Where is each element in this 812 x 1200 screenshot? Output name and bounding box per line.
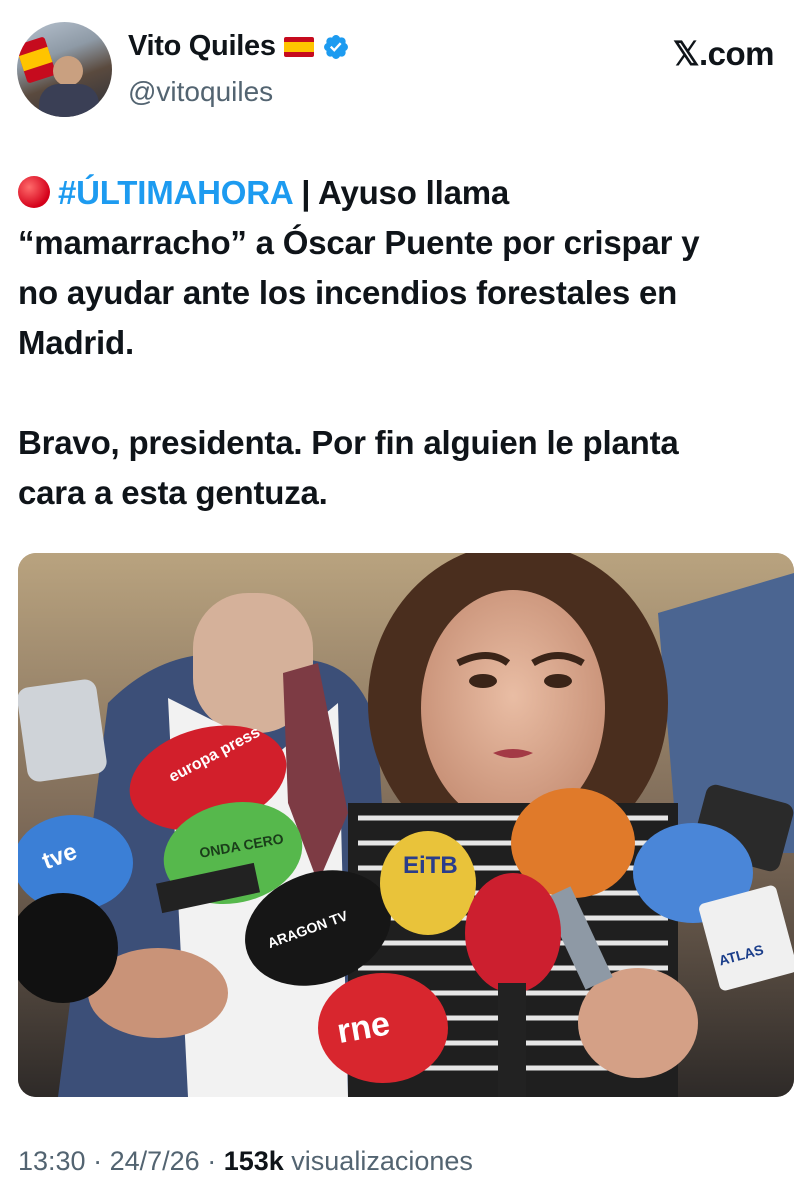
author-name-row: Vito Quiles <box>128 30 350 63</box>
meta-dot-1: · <box>93 1146 110 1176</box>
author-name[interactable]: Vito Quiles <box>128 30 276 63</box>
avatar-flag-shape <box>17 36 57 84</box>
photo-scene: europa press ONDA CERO tve ARAGON TV EiT… <box>18 553 794 1097</box>
post-line-2: “mamarracho” a Óscar Puente por crispar … <box>18 224 700 261</box>
x-com-logo[interactable]: 𝕏.com <box>673 34 775 73</box>
post-photo[interactable]: europa press ONDA CERO tve ARAGON TV EiT… <box>18 553 794 1097</box>
post-line-5: Bravo, presidenta. Por fin alguien le pl… <box>18 424 679 461</box>
spain-flag-icon <box>283 36 314 57</box>
post-line-4: Madrid. <box>18 324 134 361</box>
post-line-3: no ayudar ante los incendios forestales … <box>18 274 678 311</box>
mic-label-eitb: EiTB <box>403 852 458 879</box>
post-meta: 13:30 · 24/7/26 · 153k visualizaciones <box>18 1146 473 1177</box>
avatar-face-shape <box>53 56 83 86</box>
author-avatar[interactable] <box>17 22 112 117</box>
post-text: #ÚLTIMAHORA | Ayuso llama “mamarracho” a… <box>18 168 798 518</box>
verified-badge-icon <box>323 34 348 59</box>
author-handle[interactable]: @vitoquiles <box>128 76 273 108</box>
views-label: visualizaciones <box>291 1146 473 1176</box>
post-header: Vito Quiles @vitoquiles 𝕏.com <box>0 0 812 140</box>
red-circle-icon <box>18 176 50 208</box>
post-line-1: #ÚLTIMAHORA | Ayuso llama <box>18 168 798 218</box>
post-time[interactable]: 13:30 <box>18 1146 86 1176</box>
post-line-6: cara a esta gentuza. <box>18 474 328 511</box>
post-line-1-text: Ayuso llama <box>318 174 510 211</box>
meta-dot-2: · <box>207 1146 224 1176</box>
avatar-body-shape <box>39 84 99 117</box>
views-count: 153k <box>223 1146 284 1176</box>
post-date[interactable]: 24/7/26 <box>110 1146 200 1176</box>
hashtag-link[interactable]: #ÚLTIMAHORA <box>58 174 292 211</box>
separator: | <box>292 174 319 211</box>
